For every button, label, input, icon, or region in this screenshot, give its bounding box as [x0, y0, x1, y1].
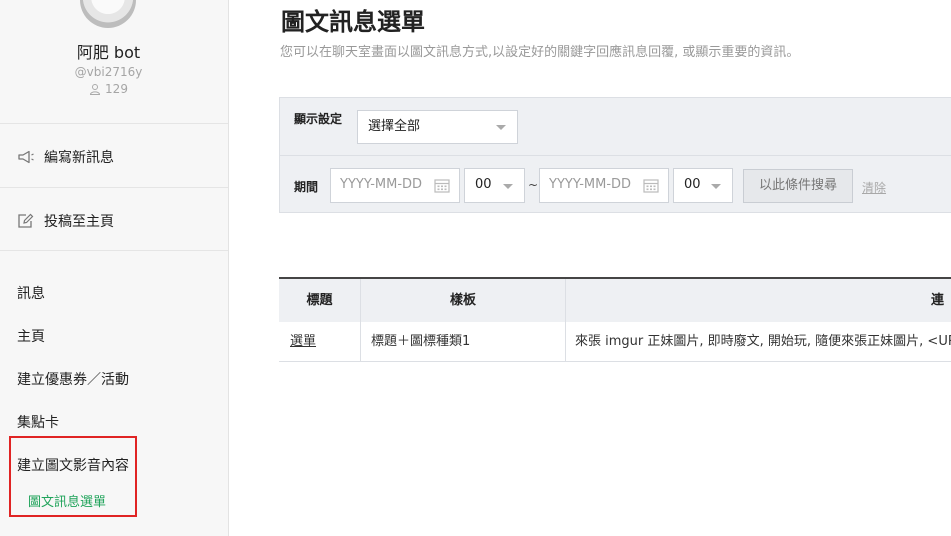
sidebar-divider [0, 187, 228, 188]
table-row: 選單 標題＋圖標種類1 來張 imgur 正妹圖片, 即時廢文, 開始玩, 隨便… [279, 322, 951, 362]
start-date-input[interactable]: YYYY-MM-DD [330, 168, 460, 203]
column-header-title[interactable]: 標題 [279, 279, 360, 322]
account-name: 阿肥 bot [76, 43, 141, 62]
start-hour-value: 00 [475, 177, 492, 192]
row-title-link[interactable]: 選單 [290, 322, 316, 361]
end-date-placeholder: YYYY-MM-DD [549, 177, 632, 192]
row-title[interactable]: 選單 [290, 334, 316, 349]
column-header-template[interactable]: 樣板 [361, 279, 565, 322]
sidebar-item-messages[interactable]: 訊息 [17, 283, 45, 303]
page-title: 圖文訊息選單 [281, 8, 425, 36]
calendar-icon[interactable] [434, 178, 450, 193]
chevron-down-icon [496, 125, 506, 130]
sidebar: 阿肥 bot @vbi2716y 129 編寫新訊息 投稿至主頁 訊息 主頁 建… [0, 0, 229, 536]
filter-divider [280, 155, 951, 156]
chevron-down-icon [711, 184, 721, 189]
display-setting-value: 選擇全部 [368, 119, 421, 134]
edit-icon [18, 213, 34, 228]
start-hour-select[interactable]: 00 [464, 168, 525, 203]
calendar-icon[interactable] [643, 178, 659, 193]
filter-panel: 顯示設定 選擇全部 期間 YYYY-MM-DD 00 ~ YYYY-MM-DD … [279, 97, 951, 213]
page-description: 您可以在聊天室畫面以圖文訊息方式,以設定好的關鍵字回應訊息回覆, 或顯示重要的資… [280, 45, 800, 60]
display-setting-select[interactable]: 選擇全部 [357, 110, 518, 144]
sidebar-divider [0, 123, 228, 124]
avatar[interactable] [80, 0, 136, 28]
column-header-content[interactable]: 連 [931, 279, 951, 322]
person-icon [90, 84, 101, 95]
post-to-home-button[interactable]: 投稿至主頁 [17, 211, 114, 231]
sidebar-divider [0, 250, 228, 251]
follower-count: 129 [0, 82, 217, 96]
compose-message-label: 編寫新訊息 [44, 150, 114, 166]
search-button[interactable]: 以此條件搜尋 [743, 169, 853, 203]
column-divider [565, 322, 566, 361]
end-hour-value: 00 [684, 177, 701, 192]
sidebar-item-rewards[interactable]: 集點卡 [17, 412, 59, 432]
post-to-home-label: 投稿至主頁 [44, 214, 114, 230]
megaphone-icon [18, 150, 34, 164]
period-label: 期間 [294, 180, 319, 194]
start-date-placeholder: YYYY-MM-DD [340, 177, 423, 192]
column-divider [360, 322, 361, 361]
account-id: @vbi2716y [74, 65, 143, 79]
chevron-down-icon [503, 184, 513, 189]
display-setting-label: 顯示設定 [294, 112, 343, 126]
end-hour-select[interactable]: 00 [673, 168, 733, 203]
column-divider [565, 279, 566, 322]
row-content: 來張 imgur 正妹圖片, 即時廢文, 開始玩, 隨便來張正妹圖片, <URL [575, 334, 951, 349]
sidebar-item-coupons[interactable]: 建立優惠券／活動 [17, 369, 129, 389]
follower-count-value: 129 [105, 82, 128, 96]
highlight-annotation [9, 436, 137, 517]
compose-message-button[interactable]: 編寫新訊息 [17, 147, 114, 167]
sidebar-item-home[interactable]: 主頁 [17, 326, 45, 346]
range-separator: ~ [528, 178, 539, 192]
clear-link[interactable]: 清除 [862, 179, 886, 196]
table-header: 標題 樣板 連 [279, 277, 951, 322]
end-date-input[interactable]: YYYY-MM-DD [539, 168, 669, 203]
row-template: 標題＋圖標種類1 [371, 334, 471, 349]
